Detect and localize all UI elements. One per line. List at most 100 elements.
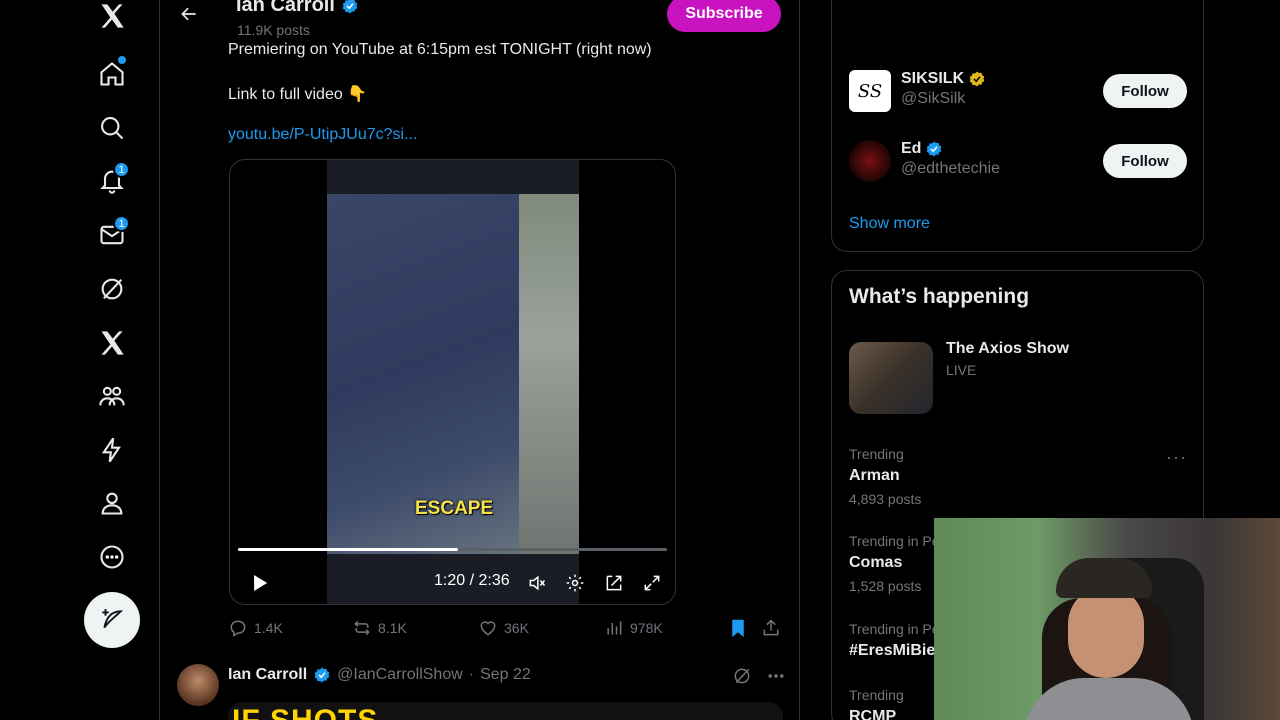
video-background [519, 194, 579, 554]
live-status: LIVE [946, 362, 977, 378]
trend-name[interactable]: Arman [849, 467, 900, 485]
account-name-text: SIKSILK [901, 70, 965, 87]
tweet-text-line-1: Premiering on YouTube at 6:15pm est TONI… [228, 41, 652, 58]
who-to-follow-panel: SS SIKSILK @SikSilk Follow Ed @edthetech… [831, 0, 1204, 252]
messages-icon[interactable]: 1 [88, 211, 136, 259]
trend-more-icon[interactable]: ··· [1166, 447, 1187, 468]
account-suggestion-siksilk[interactable]: SS SIKSILK @SikSilk [849, 70, 986, 112]
notifications-icon[interactable]: 1 [88, 157, 136, 205]
pip-icon [606, 575, 622, 591]
tweet-text-line-2: Link to full video 👇 [228, 86, 368, 103]
home-icon[interactable] [88, 50, 136, 98]
video-player[interactable]: ESCAPE 1:20 / 2:36 [229, 159, 676, 605]
trend-count: 4,893 posts [849, 491, 922, 507]
share-button[interactable] [761, 618, 781, 638]
next-tweet-date[interactable]: Sep 22 [480, 666, 531, 684]
tweet-actions: 1.4K 8.1K 36K 978K [228, 618, 783, 642]
follow-button-siksilk[interactable]: Follow [1103, 74, 1187, 108]
trend-name[interactable]: #EresMiBie [849, 642, 935, 660]
next-tweet-media-text: IF SHOTS [232, 704, 378, 720]
account-name: SIKSILK [901, 70, 986, 88]
bookmark-filled-icon [732, 619, 744, 638]
repost-icon [354, 620, 370, 636]
next-tweet-handle[interactable]: @IanCarrollShow [337, 666, 463, 684]
next-tweet-media[interactable]: IF SHOTS [228, 702, 783, 720]
trend-count: 1,528 posts [849, 578, 922, 594]
reply-icon [230, 620, 246, 637]
share-icon [763, 619, 779, 636]
picture-in-picture-button[interactable] [597, 566, 631, 600]
x-logo-icon[interactable] [88, 0, 136, 40]
bar-chart-icon [607, 621, 622, 635]
account-name: Ed [901, 140, 1000, 158]
more-horizontal-icon[interactable] [766, 666, 786, 686]
premium-x-icon[interactable] [88, 319, 136, 367]
post-count: 11.9K posts [237, 22, 310, 38]
live-event-title[interactable]: The Axios Show [946, 340, 1069, 358]
fullscreen-button[interactable] [635, 566, 669, 600]
siksilk-avatar: SS [849, 70, 891, 112]
reply-button[interactable]: 1.4K [228, 618, 283, 638]
compose-post-button[interactable] [84, 592, 140, 648]
app-root: 1 1 Ian Carroll 11.9K posts Subscribe Pr… [0, 0, 1280, 720]
account-handle: @edthetechie [901, 160, 1000, 177]
mute-button[interactable] [520, 566, 554, 600]
profile-icon[interactable] [88, 479, 136, 527]
avatar[interactable] [177, 664, 219, 706]
settings-button[interactable] [558, 566, 592, 600]
next-tweet-icons [732, 666, 786, 686]
play-button[interactable] [242, 566, 276, 600]
youtube-link[interactable]: youtu.be/P-UtipJUu7c?si... [228, 126, 417, 144]
grok-icon[interactable] [732, 666, 752, 686]
main-column: Ian Carroll 11.9K posts Subscribe Premie… [160, 0, 800, 720]
feather-plus-icon [102, 609, 124, 629]
gear-icon [566, 574, 584, 592]
heart-icon [480, 621, 496, 636]
webcam-person-cap [1056, 558, 1152, 598]
like-count: 36K [504, 620, 529, 636]
video-frame [327, 160, 579, 604]
bookmark-button[interactable] [728, 618, 748, 638]
trend-context: Trending [849, 687, 904, 703]
reply-count: 1.4K [254, 620, 283, 636]
left-nav: 1 1 [0, 0, 160, 720]
view-count: 978K [630, 620, 663, 636]
verified-orgs-icon[interactable] [88, 426, 136, 474]
trend-context: Trending [849, 446, 904, 462]
live-event-thumbnail[interactable] [849, 342, 933, 414]
back-button[interactable] [174, 0, 204, 28]
ed-avatar [849, 140, 891, 182]
account-suggestion-ed[interactable]: Ed @edthetechie [849, 140, 1000, 182]
verified-badge-icon [342, 0, 358, 13]
trend-name[interactable]: RCMP [849, 708, 896, 720]
views-button[interactable]: 978K [604, 618, 663, 638]
next-tweet-author[interactable]: Ian Carroll [228, 666, 307, 684]
show-more-link[interactable]: Show more [849, 215, 930, 233]
account-handle: @SikSilk [901, 90, 966, 107]
verified-badge-icon [927, 141, 942, 157]
like-button[interactable]: 36K [478, 618, 529, 638]
repost-button[interactable]: 8.1K [352, 618, 407, 638]
trend-context: Trending in Pe [849, 533, 940, 549]
trend-name[interactable]: Comas [849, 554, 902, 572]
next-tweet-header: Ian Carroll @IanCarrollShow · Sep 22 [228, 666, 531, 684]
follow-button-ed[interactable]: Follow [1103, 144, 1187, 178]
more-options-icon[interactable] [88, 533, 136, 581]
expand-icon [644, 575, 660, 591]
repost-count: 8.1K [378, 620, 407, 636]
section-title: What’s happening [849, 285, 1030, 308]
profile-header: Ian Carroll 11.9K posts Subscribe [160, 0, 800, 40]
messages-badge: 1 [113, 215, 130, 232]
home-unread-dot [118, 56, 126, 64]
profile-name: Ian Carroll [236, 0, 359, 17]
notifications-badge: 1 [113, 161, 130, 178]
video-progress-bar[interactable] [238, 548, 667, 551]
profile-name-text: Ian Carroll [236, 0, 335, 16]
verified-badge-icon [314, 667, 330, 683]
video-progress-fill [238, 548, 459, 551]
subscribe-button[interactable]: Subscribe [667, 0, 781, 32]
communities-icon[interactable] [88, 372, 136, 420]
grok-icon[interactable] [88, 265, 136, 313]
search-icon[interactable] [88, 104, 136, 152]
webcam-overlay [934, 518, 1280, 720]
